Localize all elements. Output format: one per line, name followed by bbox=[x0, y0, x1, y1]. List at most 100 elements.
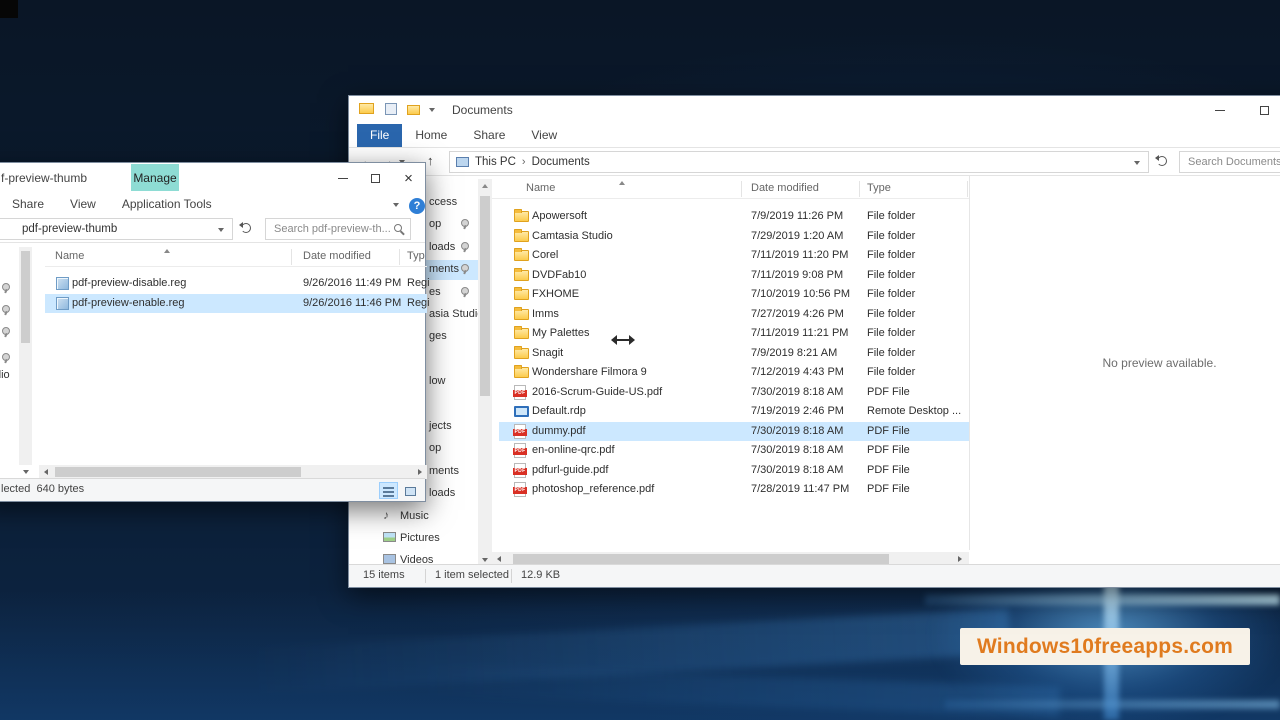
tab-manage[interactable]: Manage bbox=[131, 164, 179, 191]
screen-corner-artifact bbox=[0, 0, 18, 18]
address-bar[interactable]: pdf-preview-thumb bbox=[0, 218, 233, 240]
table-row[interactable]: FXHOME 7/10/2019 10:56 PM File folder bbox=[499, 285, 969, 305]
table-row[interactable]: Camtasia Studio 7/29/2019 1:20 AM File fol… bbox=[499, 227, 969, 247]
sidebar-item-pictures[interactable]: Pictures bbox=[349, 529, 478, 549]
tab-view[interactable]: View bbox=[518, 124, 570, 147]
thumbnails-view-icon bbox=[405, 487, 416, 496]
column-header-date[interactable]: Date modified bbox=[303, 250, 371, 262]
ribbon-tabs: File Home Share View bbox=[349, 124, 1280, 148]
address-dropdown-chevron-icon[interactable] bbox=[218, 228, 224, 232]
table-row[interactable]: My Palettes 7/11/2019 11:21 PM File folder bbox=[499, 324, 969, 344]
column-header-name[interactable]: Name bbox=[526, 182, 555, 194]
watermark-text: Windows10freeapps.com bbox=[976, 634, 1234, 658]
column-header-type[interactable]: Type bbox=[867, 182, 891, 194]
tab-view[interactable]: View bbox=[57, 193, 109, 216]
table-row[interactable]: PDF photoshop_reference.pdf 7/28/2019 11:4… bbox=[499, 480, 969, 500]
table-row[interactable]: Wondershare Filmora 9 7/12/2019 4:43 PM Fi… bbox=[499, 363, 969, 383]
thumbnails-view-button[interactable] bbox=[401, 482, 420, 499]
list-hscrollbar[interactable] bbox=[39, 465, 427, 479]
folder-icon bbox=[514, 267, 529, 281]
maximize-button[interactable] bbox=[359, 163, 392, 193]
expand-ribbon-chevron-icon[interactable] bbox=[393, 203, 399, 207]
titlebar[interactable]: Documents × bbox=[349, 96, 1280, 124]
file-name: Corel bbox=[532, 249, 559, 261]
table-row[interactable]: pdf-preview-disable.reg 9/26/2016 11:49 P… bbox=[45, 274, 430, 294]
nav-scrollbar[interactable] bbox=[478, 179, 492, 566]
nav-scrollbar[interactable] bbox=[19, 247, 32, 465]
pdf-badge: PDF bbox=[513, 487, 527, 494]
column-header-name[interactable]: Name bbox=[55, 250, 84, 262]
sidebar-item-fragment[interactable]: dio bbox=[0, 369, 10, 381]
column-headers[interactable]: Name Date modified Typ bbox=[45, 247, 427, 267]
pdf-icon: PDF bbox=[513, 443, 527, 458]
refresh-icon[interactable] bbox=[239, 222, 251, 233]
explorer-window-pdf-preview-thumb: f-preview-thumb Manage × Share View Applic… bbox=[0, 162, 430, 502]
titlebar[interactable]: f-preview-thumb Manage × bbox=[0, 163, 425, 193]
table-row[interactable]: Snagit 7/9/2019 8:21 AM File folder bbox=[499, 344, 969, 364]
sidebar-item-label: ges bbox=[429, 330, 447, 343]
status-selected: 1 item selected bbox=[435, 569, 509, 581]
column-header-type[interactable]: Typ bbox=[407, 250, 425, 262]
table-row[interactable]: Default.rdp 7/19/2019 2:46 PM Remote Deskt… bbox=[499, 402, 969, 422]
folder-icon bbox=[514, 306, 529, 320]
file-name: pdf-preview-disable.reg bbox=[72, 277, 187, 289]
close-button[interactable]: × bbox=[392, 163, 425, 193]
column-headers[interactable]: Name Date modified Type bbox=[492, 179, 969, 199]
file-date: 7/30/2019 8:18 AM bbox=[751, 444, 844, 456]
resize-cursor bbox=[611, 334, 635, 346]
scrollbar-thumb[interactable] bbox=[513, 554, 889, 564]
table-row[interactable]: Imms 7/27/2019 4:26 PM File folder bbox=[499, 305, 969, 325]
table-row[interactable]: DVDFab10 7/11/2019 9:08 PM File folder bbox=[499, 266, 969, 286]
pdf-icon: PDF bbox=[513, 384, 527, 400]
file-name: 2016-Scrum-Guide-US.pdf bbox=[532, 385, 663, 398]
file-name: Snagit bbox=[532, 346, 564, 359]
minimize-icon bbox=[1214, 109, 1225, 111]
column-header-date[interactable]: Date modified bbox=[751, 182, 819, 194]
breadcrumb-item[interactable]: pdf-preview-thumb bbox=[22, 223, 117, 235]
scrollbar-thumb[interactable] bbox=[55, 467, 301, 477]
details-view-icon bbox=[383, 487, 394, 497]
search-box[interactable] bbox=[265, 218, 411, 240]
file-type: File folder bbox=[867, 288, 916, 300]
file-date: 9/26/2016 11:46 PM bbox=[303, 296, 402, 309]
table-row[interactable]: PDF en-online-qrc.pdf 7/30/2019 8:18 AM PDF… bbox=[499, 441, 969, 461]
table-row[interactable]: PDF dummy.pdf 7/30/2019 8:18 AM PDF File bbox=[499, 421, 969, 441]
minimize-button[interactable] bbox=[326, 163, 359, 193]
address-dropdown-chevron-icon[interactable] bbox=[1134, 161, 1140, 165]
refresh-icon[interactable] bbox=[1155, 155, 1167, 166]
breadcrumb-item-documents[interactable]: Documents bbox=[532, 156, 590, 168]
search-box[interactable] bbox=[1179, 151, 1280, 173]
pin-icon bbox=[460, 286, 470, 298]
address-bar[interactable]: This PC › Documents bbox=[449, 151, 1149, 173]
sort-ascending-icon bbox=[619, 181, 625, 185]
scroll-left-icon[interactable] bbox=[39, 465, 52, 479]
file-type: File folder bbox=[867, 229, 916, 242]
scroll-up-icon[interactable] bbox=[478, 179, 492, 192]
sidebar-item-label: jects bbox=[429, 420, 452, 432]
search-input[interactable] bbox=[266, 219, 410, 239]
tab-application-tools[interactable]: Application Tools bbox=[109, 193, 225, 216]
tab-share[interactable]: Share bbox=[0, 193, 57, 216]
scroll-down-icon[interactable] bbox=[19, 465, 32, 479]
scrollbar-thumb[interactable] bbox=[21, 251, 30, 343]
sidebar-item-music[interactable]: ♪ Music bbox=[349, 507, 478, 527]
table-row[interactable]: PDF pdfurl-guide.pdf 7/30/2019 8:18 AM PDF … bbox=[499, 461, 969, 481]
pin-icon bbox=[1, 305, 11, 316]
minimize-button[interactable] bbox=[1197, 96, 1242, 124]
minimize-icon bbox=[337, 177, 348, 179]
scroll-right-icon[interactable] bbox=[413, 465, 426, 479]
table-row[interactable]: PDF 2016-Scrum-Guide-US.pdf 7/30/2019 8:18… bbox=[499, 383, 969, 403]
table-row[interactable]: Apowersoft 7/9/2019 11:26 PM File folder bbox=[499, 207, 969, 227]
details-view-button[interactable] bbox=[379, 482, 398, 499]
file-date: 7/30/2019 8:18 AM bbox=[751, 424, 844, 437]
file-date: 9/26/2016 11:49 PM bbox=[303, 277, 402, 289]
table-row[interactable]: pdf-preview-enable.reg 9/26/2016 11:46 PM… bbox=[45, 293, 430, 313]
maximize-button[interactable] bbox=[1242, 96, 1280, 124]
sidebar-item-label: ments bbox=[429, 263, 459, 276]
file-date: 7/12/2019 4:43 PM bbox=[751, 366, 844, 378]
help-icon[interactable]: ? bbox=[409, 198, 425, 214]
breadcrumb-item-this-pc[interactable]: This PC bbox=[475, 156, 516, 168]
table-row[interactable]: Corel 7/11/2019 11:20 PM File folder bbox=[499, 246, 969, 266]
scrollbar-thumb[interactable] bbox=[480, 196, 490, 396]
search-input[interactable] bbox=[1180, 152, 1280, 172]
